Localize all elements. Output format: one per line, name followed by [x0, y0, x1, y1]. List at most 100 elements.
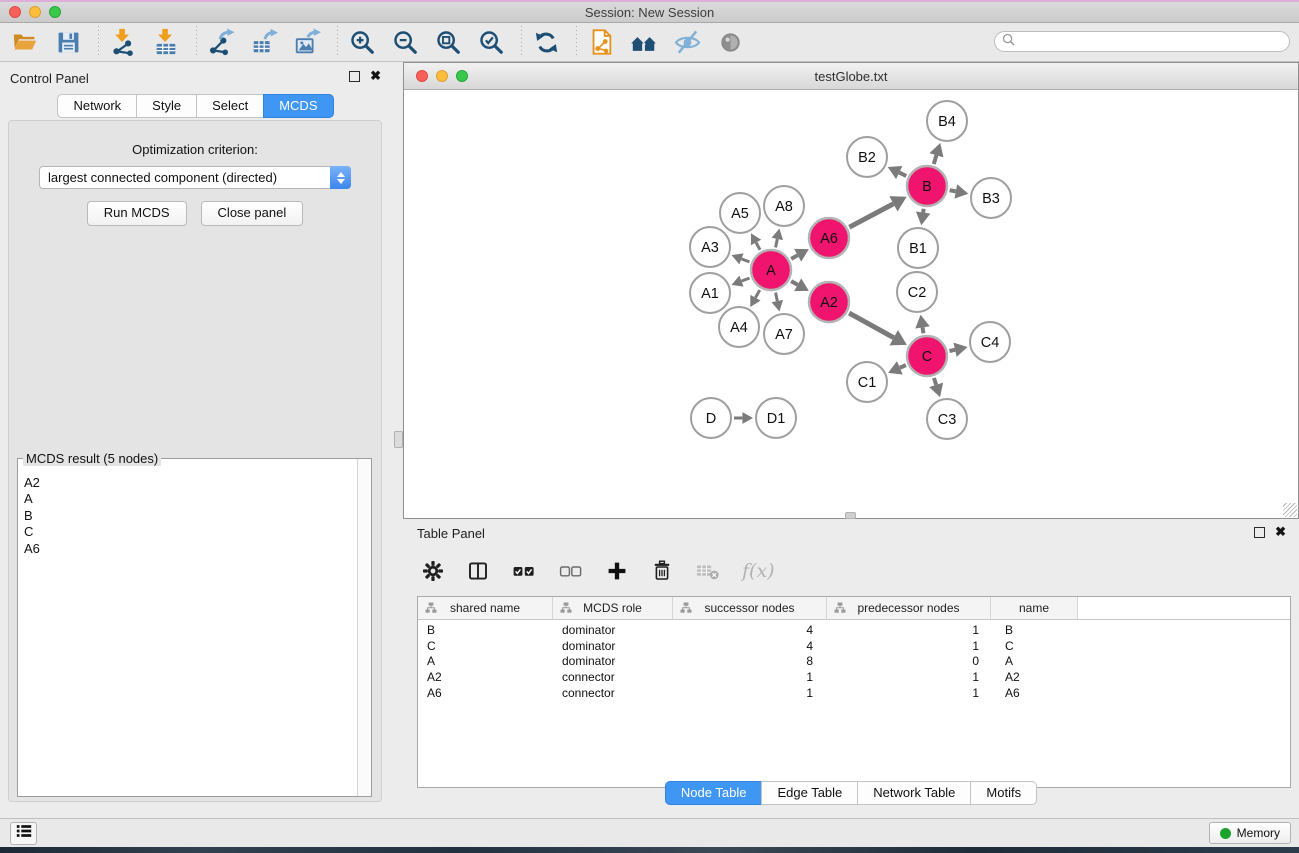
edge-A-A2[interactable]: [791, 281, 798, 285]
edge-A-A6[interactable]: [791, 255, 798, 259]
export-table-button[interactable]: [249, 27, 279, 57]
result-list-scrollbar[interactable]: [357, 459, 371, 796]
table-cell: 1: [827, 639, 991, 655]
table-row[interactable]: A2connector11A2: [418, 670, 1290, 686]
table-cell: A6: [418, 686, 553, 702]
edge-B-B1[interactable]: [923, 209, 924, 213]
graph-node-label-C1: C1: [858, 375, 877, 391]
table-cell: dominator: [553, 654, 673, 670]
result-item[interactable]: A6: [24, 541, 357, 557]
refresh-button[interactable]: [531, 27, 561, 57]
edge-A-A7[interactable]: [776, 293, 778, 302]
column-header-successor-nodes[interactable]: successor nodes: [673, 597, 827, 619]
edge-A-A4[interactable]: [755, 290, 759, 298]
open-file-button[interactable]: [10, 27, 40, 57]
edge-A-A5[interactable]: [756, 243, 760, 250]
zoom-selected-button[interactable]: [476, 27, 506, 57]
result-item[interactable]: A: [24, 491, 357, 507]
table-row[interactable]: Bdominator41B: [418, 623, 1290, 639]
settings-gear-icon[interactable]: [421, 559, 445, 583]
edge-A6-B[interactable]: [849, 204, 893, 227]
run-mcds-button[interactable]: Run MCDS: [87, 201, 187, 226]
toolbar-separator: [337, 26, 338, 58]
column-header-mcds-role[interactable]: MCDS role: [553, 597, 673, 619]
column-header-shared-name[interactable]: shared name: [418, 597, 553, 619]
unselect-all-columns-icon[interactable]: [558, 559, 584, 583]
edge-A-A3[interactable]: [741, 259, 749, 262]
zoom-in-button[interactable]: [347, 27, 377, 57]
delete-table-icon[interactable]: [695, 560, 721, 582]
left-splitter-handle[interactable]: [394, 431, 403, 448]
select-all-columns-icon[interactable]: [511, 559, 537, 583]
edge-B-B4[interactable]: [934, 155, 937, 164]
edge-A-A8[interactable]: [776, 239, 778, 248]
column-header-name[interactable]: name: [991, 597, 1078, 619]
memory-button[interactable]: Memory: [1209, 822, 1291, 844]
edge-arrowhead: [953, 343, 967, 357]
export-image-button[interactable]: [292, 27, 322, 57]
table-tab-network-table[interactable]: Network Table: [857, 781, 971, 805]
tab-mcds[interactable]: MCDS: [263, 94, 333, 118]
edge-A2-C[interactable]: [849, 313, 894, 338]
edge-C-C4[interactable]: [949, 350, 955, 351]
optimization-criterion-label: Optimization criterion:: [9, 142, 381, 157]
zoom-fit-icon: [434, 28, 462, 56]
table-row[interactable]: A6connector11A6: [418, 686, 1290, 702]
network-canvas[interactable]: AA1A2A3A4A5A6A7A8BB1B2B3B4CC1C2C3C4DD1: [404, 90, 1298, 518]
edge-B-B3[interactable]: [950, 190, 956, 191]
hide-selected-button[interactable]: [672, 27, 702, 57]
edge-C-C1[interactable]: [900, 365, 906, 368]
save-session-button[interactable]: [53, 27, 83, 57]
edge-arrowhead: [929, 143, 943, 157]
table-body: Bdominator41BCdominator41CAdominator80AA…: [418, 620, 1290, 701]
table-cell: A2: [991, 670, 1078, 686]
result-item[interactable]: A2: [24, 475, 357, 491]
float-panel-icon[interactable]: [349, 71, 360, 82]
zoom-fit-button[interactable]: [433, 27, 463, 57]
zoom-in-icon: [348, 28, 376, 56]
home-button[interactable]: [629, 27, 659, 57]
add-column-icon[interactable]: [605, 559, 629, 583]
close-panel-button[interactable]: Close panel: [201, 201, 304, 226]
tab-network[interactable]: Network: [57, 94, 137, 118]
table-cell: 1: [827, 670, 991, 686]
table-row[interactable]: Cdominator41C: [418, 639, 1290, 655]
table-tab-motifs[interactable]: Motifs: [970, 781, 1037, 805]
eye-icon: [716, 28, 745, 57]
edge-C-C2[interactable]: [923, 327, 924, 333]
mcds-result-title: MCDS result (5 nodes): [23, 451, 161, 466]
edge-A-A1[interactable]: [741, 278, 749, 281]
result-item[interactable]: C: [24, 524, 357, 540]
tab-select[interactable]: Select: [196, 94, 264, 118]
edge-B-B2[interactable]: [899, 173, 906, 176]
zoom-out-button[interactable]: [390, 27, 420, 57]
mcds-result-list: A2ABCA6: [18, 469, 357, 796]
new-network-from-selection-button[interactable]: [586, 27, 616, 57]
close-panel-icon[interactable]: ✖: [370, 70, 381, 82]
result-item[interactable]: B: [24, 508, 357, 524]
function-builder-icon[interactable]: f(x): [742, 560, 775, 582]
task-history-button[interactable]: [10, 822, 37, 845]
show-all-button[interactable]: [715, 27, 745, 57]
toolbar-search-field[interactable]: [994, 31, 1290, 52]
table-tab-edge-table[interactable]: Edge Table: [761, 781, 858, 805]
edge-arrowhead: [742, 412, 753, 424]
table-tab-node-table[interactable]: Node Table: [665, 781, 763, 805]
tab-style[interactable]: Style: [136, 94, 197, 118]
bottom-splitter-handle[interactable]: [845, 512, 856, 519]
import-network-button[interactable]: [108, 27, 138, 57]
edge-C-C3[interactable]: [934, 378, 936, 385]
delete-columns-trash-icon[interactable]: [650, 559, 674, 583]
table-row[interactable]: Adominator80A: [418, 654, 1290, 670]
import-table-button[interactable]: [151, 27, 181, 57]
close-table-panel-icon[interactable]: ✖: [1275, 526, 1286, 538]
export-network-button[interactable]: [206, 27, 236, 57]
show-columns-icon[interactable]: [466, 559, 490, 583]
criterion-dropdown[interactable]: largest connected component (directed): [39, 166, 351, 189]
float-table-panel-icon[interactable]: [1254, 527, 1265, 538]
node-table: shared nameMCDS rolesuccessor nodesprede…: [417, 596, 1291, 788]
column-header-label: name: [1019, 601, 1049, 615]
column-header-predecessor-nodes[interactable]: predecessor nodes: [827, 597, 991, 619]
resize-grip-icon[interactable]: [1283, 503, 1297, 517]
search-input[interactable]: [1019, 34, 1289, 50]
